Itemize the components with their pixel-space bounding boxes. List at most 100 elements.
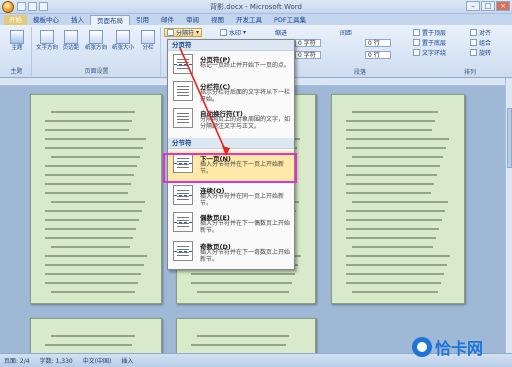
orientation-icon xyxy=(89,30,103,44)
menu-item-text-wrapping[interactable]: 自动换行符(T) 分隔网页上的对象周围的文字，如分隔题注文字与正文。 xyxy=(168,106,294,136)
text-line xyxy=(45,228,136,230)
columns-button[interactable]: 分栏 xyxy=(137,30,159,52)
spacing-label: 间距 xyxy=(340,30,353,37)
paper-size-icon xyxy=(116,30,130,44)
text-line xyxy=(51,111,135,113)
scrollbar-thumb[interactable] xyxy=(507,108,512,168)
tab-pdf-tools[interactable]: PDF工具集 xyxy=(268,15,312,25)
text-line xyxy=(346,210,445,212)
page-setup-group: 文字方向 页边距 纸张方向 纸张大小 分栏 页面设置 xyxy=(33,27,161,76)
rotate-button[interactable]: 旋转 xyxy=(470,48,491,57)
text-line xyxy=(346,174,437,176)
group-icon xyxy=(470,39,477,46)
spacing-before-input[interactable]: 0 行 xyxy=(365,38,391,47)
vertical-scrollbar[interactable] xyxy=(505,78,512,353)
document-page[interactable] xyxy=(30,318,162,353)
wrap-text-button[interactable]: 文字环绕 xyxy=(413,48,446,57)
close-button[interactable]: × xyxy=(496,1,510,11)
chevron-down-icon: ▾ xyxy=(243,29,247,36)
text-line xyxy=(45,210,142,212)
tab-insert[interactable]: 插入 xyxy=(65,15,90,25)
continuous-icon xyxy=(173,185,193,205)
indent-right-row: 0 字符 xyxy=(295,50,321,59)
tab-review[interactable]: 审阅 xyxy=(180,15,205,25)
indent-left-input[interactable]: 0 字符 xyxy=(295,38,321,47)
align-button[interactable]: 对齐 xyxy=(470,28,491,37)
text-direction-button[interactable]: 文字方向 xyxy=(35,30,59,52)
text-line xyxy=(51,201,145,203)
tab-mailings[interactable]: 邮件 xyxy=(155,15,180,25)
theme-icon xyxy=(10,30,24,44)
breaks-icon xyxy=(167,29,174,36)
text-line xyxy=(45,237,133,239)
text-line xyxy=(346,273,444,275)
window-title: 背影.docx - Microsoft Word xyxy=(210,3,302,11)
menu-item-continuous[interactable]: 连续(O) 插入分节符并在同一页上开始新节。 xyxy=(168,183,294,209)
text-line xyxy=(45,165,137,167)
text-line xyxy=(191,344,286,346)
tab-developer[interactable]: 开发工具 xyxy=(230,15,268,25)
breaks-button[interactable]: 分隔符 ▾ xyxy=(164,28,203,37)
menu-item-even-page[interactable]: 偶数页(E) 插入分节符并在下一偶数页上开始新节。 xyxy=(168,210,294,236)
text-line xyxy=(352,111,438,113)
ribbon-tabs: 开始 模板中心 插入 页面布局 引用 邮件 审阅 视图 开发工具 PDF工具集 xyxy=(0,14,512,25)
minimize-button[interactable]: – xyxy=(466,1,480,11)
text-line xyxy=(51,156,140,158)
text-line xyxy=(45,183,131,185)
text-line xyxy=(346,120,435,122)
word-count[interactable]: 字数: 1,330 xyxy=(40,356,73,365)
indent-label: 缩进 xyxy=(275,30,288,37)
text-line xyxy=(191,273,295,275)
maximize-button[interactable]: □ xyxy=(481,1,495,11)
highlight-box xyxy=(163,153,297,183)
spacing-before-row: 0 行 xyxy=(365,38,391,47)
menu-item-page-break[interactable]: 分页符(P) 标记一页终止并开始下一页的点。 xyxy=(168,52,294,78)
text-line xyxy=(45,147,143,149)
spacing-after-input[interactable]: 0 行 xyxy=(365,50,391,59)
text-line xyxy=(45,344,132,346)
even-page-icon xyxy=(173,212,193,232)
bring-front-button[interactable]: 置于顶层 xyxy=(413,28,446,37)
text-line xyxy=(197,291,289,293)
send-back-button[interactable]: 置于底层 xyxy=(413,38,446,47)
menu-item-odd-page[interactable]: 奇数页(D) 插入分节符并在下一奇数页上开始新节。 xyxy=(168,239,294,265)
text-line xyxy=(45,264,144,266)
page-count[interactable]: 页面: 2/4 xyxy=(4,356,30,365)
text-line xyxy=(352,246,433,248)
document-page[interactable] xyxy=(176,318,316,353)
tab-view[interactable]: 视图 xyxy=(205,15,230,25)
send-back-icon xyxy=(413,39,420,46)
text-line xyxy=(346,237,436,239)
document-page[interactable] xyxy=(331,94,465,304)
tab-template-center[interactable]: 模板中心 xyxy=(27,15,65,25)
indent-right-input[interactable]: 0 字符 xyxy=(295,50,321,59)
page-break-icon xyxy=(173,54,193,74)
menu-item-column-break[interactable]: 分栏符(C) 指示分栏符后面的文字将从下一栏开始。 xyxy=(168,79,294,105)
watermark-button[interactable]: 水印 ▾ xyxy=(220,28,246,37)
section-breaks-header: 分节符 xyxy=(168,138,294,149)
text-line xyxy=(346,138,449,140)
text-line xyxy=(45,120,132,122)
text-line xyxy=(346,147,446,149)
text-line xyxy=(51,335,135,337)
tab-page-layout[interactable]: 页面布局 xyxy=(90,15,130,25)
text-line xyxy=(346,219,442,221)
watermark-logo: 恰卡网 xyxy=(412,335,483,359)
text-line xyxy=(346,282,441,284)
text-line xyxy=(346,129,432,131)
orientation-button[interactable]: 纸张方向 xyxy=(83,30,109,52)
text-line xyxy=(346,183,434,185)
tab-home[interactable]: 开始 xyxy=(4,15,27,25)
paper-size-button[interactable]: 纸张大小 xyxy=(110,30,136,52)
text-line xyxy=(45,138,146,140)
language-indicator[interactable]: 中文(中国) xyxy=(83,356,112,365)
document-page[interactable] xyxy=(30,94,162,304)
group-button[interactable]: 组合 xyxy=(470,38,491,47)
text-line xyxy=(45,219,139,221)
tab-references[interactable]: 引用 xyxy=(130,15,155,25)
margins-icon xyxy=(64,30,78,44)
theme-button[interactable]: 主题 xyxy=(7,30,27,52)
text-line xyxy=(45,129,129,131)
margins-button[interactable]: 页边距 xyxy=(60,30,82,52)
insert-mode[interactable]: 插入 xyxy=(121,356,133,365)
